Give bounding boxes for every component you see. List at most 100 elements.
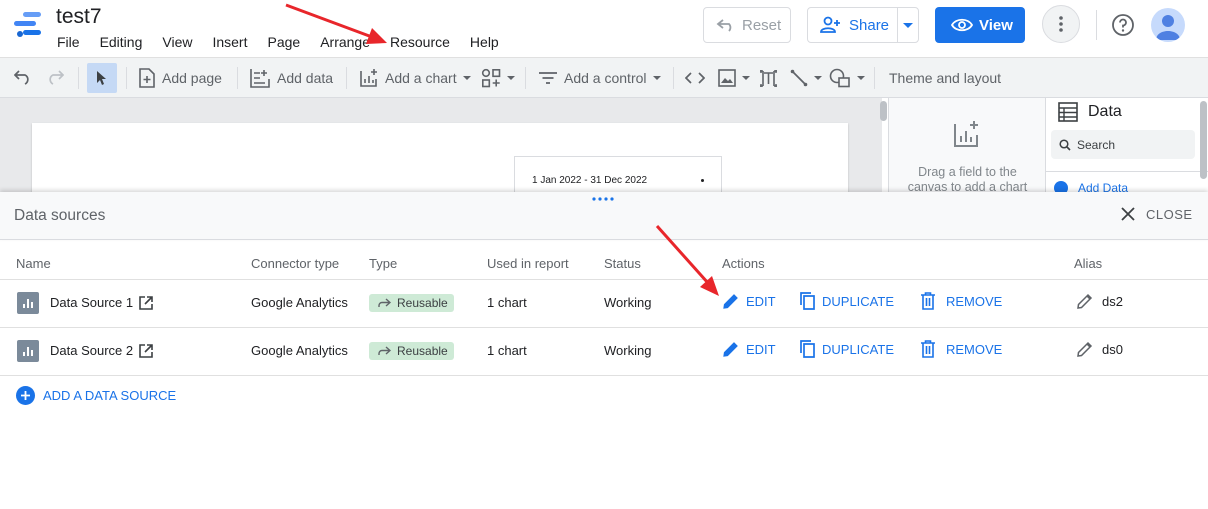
toolbar-divider <box>126 67 127 89</box>
undo-icon[interactable] <box>14 69 32 85</box>
redo-icon[interactable] <box>46 69 64 85</box>
data-source-icon <box>17 292 39 314</box>
alias-edit[interactable]: ds0 <box>1076 340 1123 358</box>
table-header-row: Name Connector type Type Used in report … <box>0 240 1208 280</box>
open-in-new-icon <box>139 343 153 358</box>
theme-and-layout-button[interactable]: Theme and layout <box>889 58 1001 98</box>
text-box-icon[interactable] <box>759 69 778 88</box>
help-icon[interactable] <box>1111 13 1135 37</box>
table-row: Data Source 1 Google Analytics Reusable … <box>0 280 1208 328</box>
column-header-used: Used in report <box>487 256 569 271</box>
menu-insert[interactable]: Insert <box>202 33 257 51</box>
data-panel-title: Data <box>1088 103 1122 120</box>
menu-editing[interactable]: Editing <box>90 33 153 51</box>
remove-label: REMOVE <box>946 341 1003 357</box>
alias-edit[interactable]: ds2 <box>1076 292 1123 310</box>
search-placeholder: Search <box>1077 137 1116 152</box>
add-control-button[interactable]: Add a control <box>538 58 661 98</box>
column-header-connector: Connector type <box>251 256 340 271</box>
pencil-outline-icon <box>1077 293 1093 309</box>
share-arrow-icon <box>378 346 391 355</box>
duplicate-button[interactable]: DUPLICATE <box>800 292 894 310</box>
type-label: Reusable <box>397 344 448 358</box>
menu-help[interactable]: Help <box>460 33 509 51</box>
add-chart-icon <box>360 69 377 87</box>
toolbar-divider <box>346 67 347 89</box>
report-canvas[interactable]: 1 Jan 2022 - 31 Dec 2022 <box>0 98 882 192</box>
edit-button[interactable]: EDIT <box>722 340 776 358</box>
code-embed-icon[interactable] <box>685 71 705 85</box>
data-panel: Data Search Add Data <box>1045 98 1208 195</box>
type-badge: Reusable <box>369 294 454 312</box>
line-icon <box>790 69 808 87</box>
menu-arrange[interactable]: Arrange <box>310 33 380 51</box>
view-button[interactable]: View <box>935 7 1025 43</box>
community-visualizations-button[interactable] <box>481 58 515 98</box>
image-icon <box>718 69 736 87</box>
add-person-icon <box>820 16 840 33</box>
data-search-input[interactable]: Search <box>1051 130 1195 159</box>
data-source-name-link[interactable]: Data Source 1 <box>50 295 153 310</box>
column-header-actions: Actions <box>722 256 765 271</box>
account-avatar[interactable] <box>1151 8 1185 42</box>
data-sources-title: Data sources <box>14 207 106 224</box>
add-chart-icon <box>954 121 978 147</box>
view-label: View <box>979 16 1013 34</box>
chevron-down-icon <box>462 76 471 80</box>
more-options-button[interactable] <box>1042 5 1080 43</box>
dropdown-dot-icon <box>701 179 704 182</box>
share-button[interactable]: Share <box>808 8 899 42</box>
trash-icon <box>921 340 935 358</box>
share-dropdown-button[interactable] <box>898 8 918 42</box>
chevron-down-icon <box>903 22 914 28</box>
shape-tool-button[interactable] <box>829 58 865 98</box>
reset-button[interactable]: Reset <box>703 7 791 43</box>
date-range-control[interactable]: 1 Jan 2022 - 31 Dec 2022 <box>514 156 722 192</box>
edit-button[interactable]: EDIT <box>722 292 776 310</box>
menu-page[interactable]: Page <box>257 33 310 51</box>
properties-hint-line1: Drag a field to the <box>918 165 1017 179</box>
report-title[interactable]: test7 <box>56 5 102 29</box>
header-divider <box>1096 10 1097 40</box>
looker-studio-logo-icon[interactable] <box>14 10 42 40</box>
remove-button[interactable]: REMOVE <box>920 292 1002 310</box>
alias-value: ds0 <box>1102 341 1123 357</box>
table-row: Data Source 2 Google Analytics Reusable … <box>0 328 1208 376</box>
eye-icon <box>951 18 973 32</box>
copy-icon <box>800 340 815 358</box>
drag-handle-icon[interactable] <box>592 196 614 202</box>
toolbar-divider <box>237 67 238 89</box>
close-button[interactable]: CLOSE <box>1120 206 1193 222</box>
add-data-source-button[interactable]: ADD A DATA SOURCE <box>16 386 176 405</box>
close-label: CLOSE <box>1146 206 1193 222</box>
add-data-label: Add data <box>277 70 334 86</box>
trash-icon <box>921 292 935 310</box>
shapes-icon <box>829 68 850 88</box>
chevron-down-icon <box>742 76 750 80</box>
data-source-name-link[interactable]: Data Source 2 <box>50 343 153 358</box>
edit-label: EDIT <box>746 341 776 357</box>
filter-list-icon <box>539 72 557 84</box>
status-text: Working <box>604 295 652 310</box>
menu-view[interactable]: View <box>152 33 202 51</box>
share-label: Share <box>849 16 890 34</box>
add-chart-button[interactable]: Add a chart <box>359 58 471 98</box>
line-tool-button[interactable] <box>790 58 822 98</box>
report-page[interactable]: 1 Jan 2022 - 31 Dec 2022 <box>32 123 848 192</box>
remove-button[interactable]: REMOVE <box>920 340 1002 358</box>
properties-hint: Drag a field to the canvas to add a char… <box>889 165 1046 195</box>
add-page-button[interactable]: Add page <box>138 58 222 98</box>
add-data-button[interactable]: Add data <box>249 58 333 98</box>
menu-resource[interactable]: Resource <box>380 33 460 51</box>
data-panel-divider <box>1046 171 1208 172</box>
pencil-icon <box>723 294 738 309</box>
select-tool-button[interactable] <box>87 63 117 93</box>
data-panel-scrollbar[interactable] <box>1200 101 1207 179</box>
duplicate-button[interactable]: DUPLICATE <box>800 340 894 358</box>
menu-file[interactable]: File <box>47 33 90 51</box>
type-label: Reusable <box>397 296 448 310</box>
insert-image-button[interactable] <box>718 58 750 98</box>
widgets-icon <box>481 68 501 88</box>
canvas-scrollbar[interactable] <box>880 101 887 121</box>
theme-and-layout-label: Theme and layout <box>889 70 1002 86</box>
